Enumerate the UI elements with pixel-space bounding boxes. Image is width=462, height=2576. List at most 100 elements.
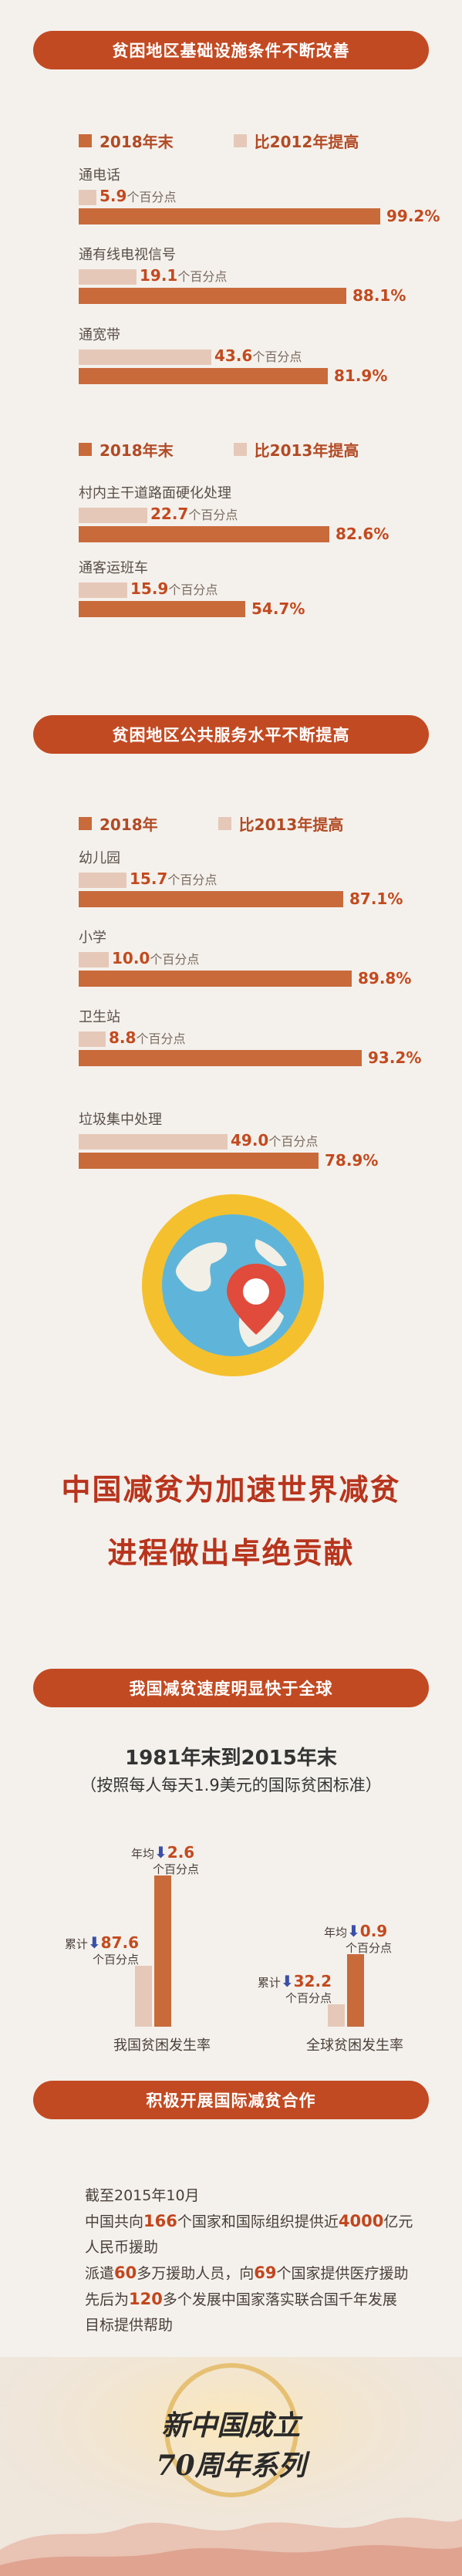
bar-increase: [79, 1134, 228, 1150]
down-arrow-icon: ⬇: [87, 1933, 101, 1952]
increase-value: 15.7: [130, 869, 168, 888]
category-label: 通客运班车: [79, 560, 148, 576]
increase-label: 19.1个百分点: [140, 266, 227, 285]
cooperation-line5: 目标提供帮助: [85, 2317, 174, 2334]
legend-item-light: 比2012年提高: [233, 130, 359, 152]
section2-title-text: 贫困地区公共服务水平不断提高: [112, 726, 350, 744]
bar-cumulative: [328, 2004, 345, 2027]
legend-label: 比2013年提高: [254, 441, 359, 460]
legend-label: 比2012年提高: [254, 133, 359, 151]
legend-item-dark: 2018年末: [79, 438, 174, 461]
value-label: 87.1%: [349, 890, 403, 908]
section3-subtitle1: 1981年末到2015年末: [125, 1747, 337, 1770]
legend-label: 2018年: [99, 815, 158, 834]
increase-value: 10.0: [112, 949, 150, 967]
increase-label: 22.7个百分点: [150, 505, 238, 523]
cumulative-value: 87.6: [100, 1933, 139, 1952]
cumulative-value: 32.2: [293, 1972, 332, 1990]
legend-label: 2018年末: [99, 133, 174, 151]
unit-label: 个百分点: [285, 1991, 332, 2005]
section3-title: 我国减贫速度明显快于全球: [33, 1669, 429, 1707]
increase-value: 15.9: [130, 579, 169, 598]
section1-legend-b: 2018年末 比2013年提高: [79, 438, 419, 461]
legend-swatch-dark: [79, 443, 92, 456]
cooperation-line1: 中国共向166个国家和国际组织提供近4000亿元: [85, 2209, 413, 2235]
section1-legend-a: 2018年末 比2012年提高: [79, 130, 419, 152]
bar-value: [79, 601, 245, 617]
text-fragment: 多万援助人员，向: [137, 2265, 255, 2282]
highlight-number: 69: [254, 2264, 277, 2282]
unit-label: 个百分点: [188, 508, 238, 522]
legend-swatch-light: [233, 134, 247, 147]
section1-title: 贫困地区基础设施条件不断改善: [33, 31, 429, 69]
category-label: 幼儿园: [79, 850, 120, 866]
cooperation-line3: 派遣60多万援助人员，向69个国家提供医疗援助: [85, 2260, 413, 2287]
text-fragment: 个国家提供医疗援助: [276, 2265, 409, 2282]
annual-avg-prefix: 年均: [131, 1847, 155, 1861]
bar-increase: [79, 1031, 106, 1047]
text-fragment: 个国家和国际组织提供近: [177, 2213, 339, 2230]
legend-label: 比2013年提高: [238, 815, 344, 834]
increase-value: 49.0: [231, 1131, 269, 1150]
section3-title-text: 我国减贫速度明显快于全球: [129, 1680, 333, 1698]
bar-increase: [79, 508, 147, 523]
text-fragment: 多个发展中国家落实联合国千年发展: [162, 2291, 397, 2308]
legend-swatch-light: [218, 817, 231, 830]
bar-value: [79, 1153, 319, 1169]
value-label: 89.8%: [358, 969, 412, 988]
text-fragment: 亿元: [383, 2213, 413, 2230]
value-label: 93.2%: [368, 1048, 422, 1067]
section4-title-text: 积极开展国际减贫合作: [146, 2092, 316, 2110]
section3-subtitle2: （按照每人每天1.9美元的国际贫困标准）: [80, 1776, 382, 1794]
bar-value: [79, 1050, 362, 1066]
unit-label: 个百分点: [252, 349, 302, 364]
group-label: 全球贫困发生率: [306, 2038, 403, 2054]
section1-title-text: 贫困地区基础设施条件不断改善: [112, 42, 350, 60]
category-label: 通电话: [79, 167, 120, 184]
text-fragment: 派遣: [85, 2265, 115, 2282]
bar-increase: [79, 873, 126, 888]
value-label: 54.7%: [251, 599, 305, 618]
unit-label: 个百分点: [168, 582, 218, 597]
bar-value: [79, 971, 352, 987]
increase-value: 8.8: [109, 1028, 137, 1047]
globe-location-icon: [140, 1193, 325, 1378]
category-label: 通宽带: [79, 327, 120, 343]
unit-label: 个百分点: [150, 952, 200, 967]
unit-label: 个百分点: [268, 1134, 319, 1149]
footer-title-line2: 70周年系列: [156, 2449, 306, 2482]
cooperation-text: 截至2015年10月 中国共向166个国家和国际组织提供近4000亿元 人民币援…: [85, 2183, 413, 2338]
section2-legend: 2018年 比2013年提高: [79, 812, 403, 835]
category-label: 卫生站: [79, 1009, 120, 1025]
cooperation-line2: 人民币援助: [85, 2239, 159, 2256]
bar-value: [79, 288, 346, 304]
highlight-number: 4000: [338, 2212, 384, 2230]
bar-value: [79, 368, 328, 384]
increase-value: 22.7: [150, 505, 189, 523]
text-fragment: 先后为: [85, 2291, 130, 2308]
bar-increase: [79, 952, 109, 967]
down-arrow-icon: ⬇: [280, 1972, 294, 1990]
cumulative-prefix: 累计: [64, 1937, 88, 1951]
increase-label: 15.7个百分点: [130, 869, 217, 888]
group-label: 我国贫困发生率: [113, 2038, 211, 2054]
highlight-number: 60: [114, 2264, 137, 2282]
legend-swatch-dark: [79, 134, 92, 147]
annual-avg-label: 年均⬇2.6 个百分点: [131, 1845, 247, 1877]
bar-increase: [79, 190, 96, 205]
bar-cumulative: [135, 1966, 152, 2027]
legend-item-light: 比2013年提高: [218, 812, 344, 835]
legend-item-light: 比2013年提高: [233, 438, 359, 461]
headline-line2: 进程做出卓绝贡献: [107, 1536, 355, 1570]
highlight-number: 166: [143, 2212, 177, 2230]
legend-item-dark: 2018年末: [79, 130, 174, 152]
annual-avg-label: 年均⬇0.9 个百分点: [324, 1923, 440, 1956]
category-label: 垃圾集中处理: [79, 1112, 162, 1128]
category-label: 小学: [79, 930, 106, 946]
legend-swatch-dark: [79, 817, 92, 830]
unit-label: 个百分点: [153, 1862, 200, 1876]
down-arrow-icon: ⬇: [154, 1843, 167, 1862]
increase-value: 5.9: [99, 187, 127, 205]
footer-title-line1: 新中国成立: [161, 2409, 301, 2442]
footer-banner: 新中国成立 70周年系列: [0, 2357, 462, 2576]
